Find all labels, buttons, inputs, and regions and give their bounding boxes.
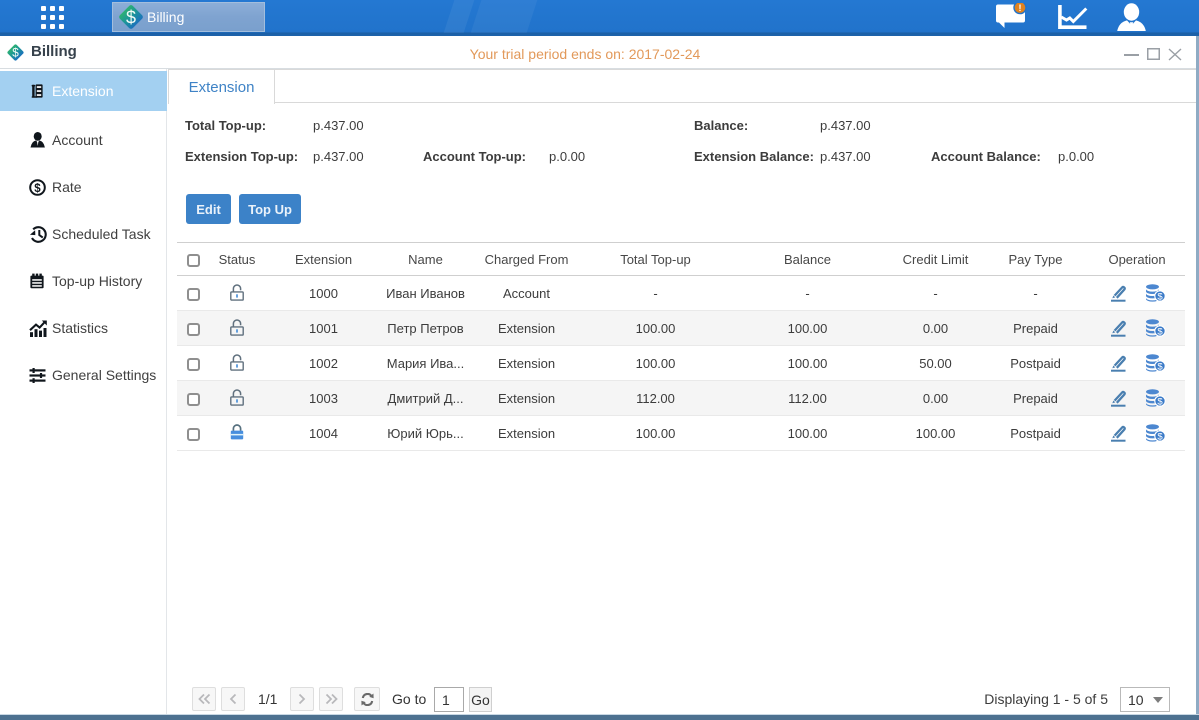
svg-text:$: $ <box>1157 432 1163 442</box>
svg-text:$: $ <box>1157 397 1163 407</box>
svg-text:$: $ <box>126 8 136 28</box>
svg-text:$: $ <box>1157 292 1163 302</box>
svg-text:$: $ <box>34 183 41 195</box>
svg-text:!: ! <box>1019 3 1022 13</box>
svg-text:$: $ <box>1157 327 1163 337</box>
svg-text:$: $ <box>1157 362 1163 372</box>
